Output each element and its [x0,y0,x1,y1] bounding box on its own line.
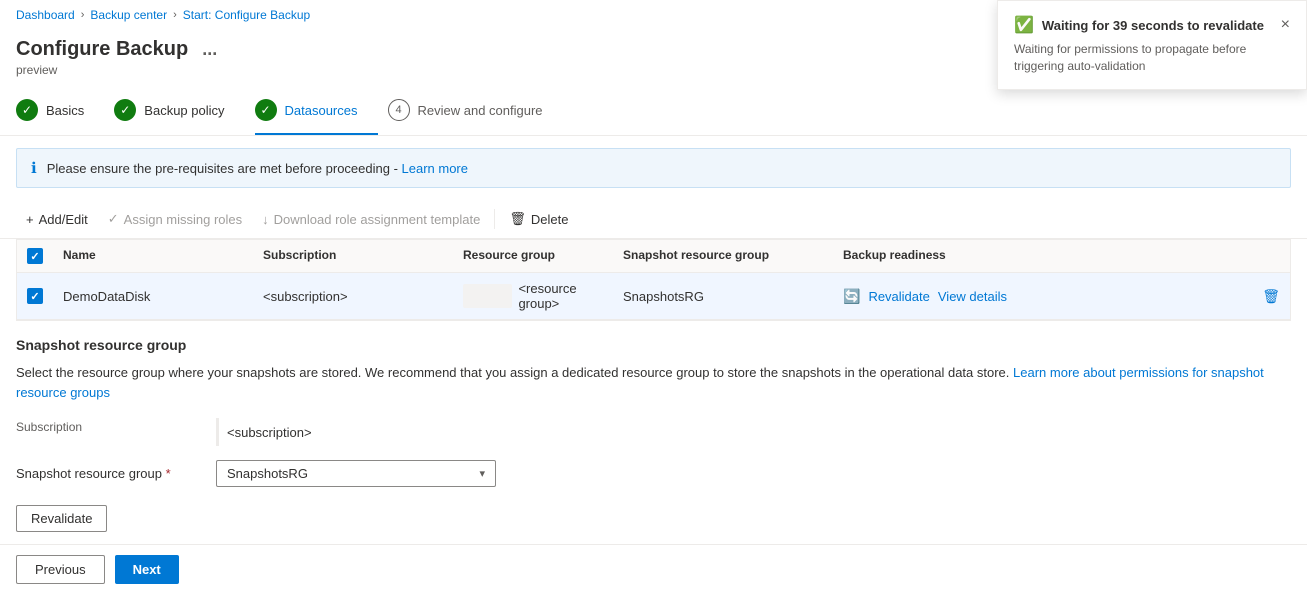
add-edit-button[interactable]: + Add/Edit [16,207,98,232]
step-basics-label: Basics [46,103,84,118]
row-name-cell: DemoDataDisk [53,273,253,319]
delete-button[interactable]: 🗑 Delete [499,206,578,232]
subscription-form-row: Subscription <subscription> [16,414,1291,450]
info-link[interactable]: Learn more [402,161,468,176]
col-name: Name [53,240,253,272]
col-backup-readiness: Backup readiness [833,240,1290,272]
toolbar-separator [494,209,495,229]
revalidate-button[interactable]: Revalidate [16,505,107,532]
step-datasources-label: Datasources [285,103,358,118]
toast-close-button[interactable]: × [1281,16,1290,34]
step-review[interactable]: 4 Review and configure [388,87,563,135]
toast-header: ✅ Waiting for 39 seconds to revalidate × [1014,15,1290,35]
step-datasources-icon: ✓ [255,99,277,121]
toast-title-area: ✅ Waiting for 39 seconds to revalidate [1014,15,1264,35]
subscription-display-value: <subscription> [227,420,312,445]
previous-button[interactable]: Previous [16,555,105,584]
revalidate-spinner-icon: 🔄 [843,288,860,305]
step-backup-policy-icon: ✓ [114,99,136,121]
snapshot-section-title: Snapshot resource group [16,337,1291,353]
row-snapshot-rg-cell: SnapshotsRG [613,273,833,319]
bottom-bar: Previous Next [0,544,1307,594]
subscription-bar [216,418,219,446]
step-review-icon: 4 [388,99,410,121]
step-datasources[interactable]: ✓ Datasources [255,87,378,135]
toast-title-text: Waiting for 39 seconds to revalidate [1042,18,1264,33]
page-subtitle: preview [16,63,223,77]
breadcrumb-dashboard[interactable]: Dashboard [16,8,75,22]
check-icon: ✓ [108,211,119,227]
col-subscription: Subscription [253,240,453,272]
toast-check-icon: ✅ [1014,15,1034,35]
add-icon: + [26,212,34,227]
row-readiness-cell: 🔄 Revalidate View details 🗑 [833,273,1290,319]
toast-notification: ✅ Waiting for 39 seconds to revalidate ×… [997,0,1307,90]
col-checkbox [17,240,53,272]
subscription-value-line: <subscription> [216,414,1291,450]
snapshot-rg-value: SnapshotsRG [227,466,308,481]
toolbar: + Add/Edit ✓ Assign missing roles ↓ Down… [0,200,1307,239]
toast-body: Waiting for permissions to propagate bef… [1014,41,1290,75]
download-icon: ↓ [262,212,269,227]
wizard-steps: ✓ Basics ✓ Backup policy ✓ Datasources 4… [0,87,1307,136]
step-review-label: Review and configure [418,103,543,118]
view-details-link[interactable]: View details [938,289,1007,304]
table-row: DemoDataDisk <subscription> <resource gr… [17,273,1290,320]
info-banner: ℹ Please ensure the pre-requisites are m… [16,148,1291,188]
snapshot-rg-label: Snapshot resource group [16,466,216,481]
revalidate-inline-button[interactable]: Revalidate [868,289,929,304]
row-resource-group-cell: <resource group> [453,273,613,319]
info-text: Please ensure the pre-requisites are met… [47,161,468,176]
header-checkbox[interactable] [27,248,43,264]
col-snapshot-rg: Snapshot resource group [613,240,833,272]
snapshot-rg-form-row: Snapshot resource group SnapshotsRG ▾ [16,460,1291,487]
breadcrumb-configure-backup[interactable]: Start: Configure Backup [183,8,310,22]
table-header: Name Subscription Resource group Snapsho… [17,240,1290,273]
step-backup-policy[interactable]: ✓ Backup policy [114,87,244,135]
info-icon: ℹ [31,159,37,177]
breadcrumb-sep-1: › [81,9,85,21]
delete-icon: 🗑 [509,211,526,227]
col-resource-group: Resource group [453,240,613,272]
chevron-down-icon: ▾ [479,467,485,480]
snapshot-description: Select the resource group where your sna… [16,363,1291,402]
breadcrumb-backup-center[interactable]: Backup center [90,8,167,22]
page-title: Configure Backup [16,38,188,61]
next-button[interactable]: Next [115,555,179,584]
subscription-label: Subscription [16,420,216,434]
step-basics[interactable]: ✓ Basics [16,87,104,135]
step-backup-policy-label: Backup policy [144,103,224,118]
row-checkbox-cell [17,273,53,319]
datasources-table: Name Subscription Resource group Snapsho… [16,239,1291,321]
snapshot-section: Snapshot resource group Select the resou… [0,321,1307,542]
download-template-button[interactable]: ↓ Download role assignment template [252,207,490,232]
snapshot-rg-dropdown[interactable]: SnapshotsRG ▾ [216,460,496,487]
row-checkbox[interactable] [27,288,43,304]
revalidate-area: 🔄 Revalidate View details [843,288,1007,305]
resource-group-placeholder [463,284,512,308]
breadcrumb-sep-2: › [173,9,177,21]
row-delete-icon[interactable]: 🗑 [1262,288,1280,305]
row-subscription-cell: <subscription> [253,273,453,319]
assign-roles-button[interactable]: ✓ Assign missing roles [98,206,252,232]
step-basics-icon: ✓ [16,99,38,121]
more-options-button[interactable]: ... [196,36,223,62]
